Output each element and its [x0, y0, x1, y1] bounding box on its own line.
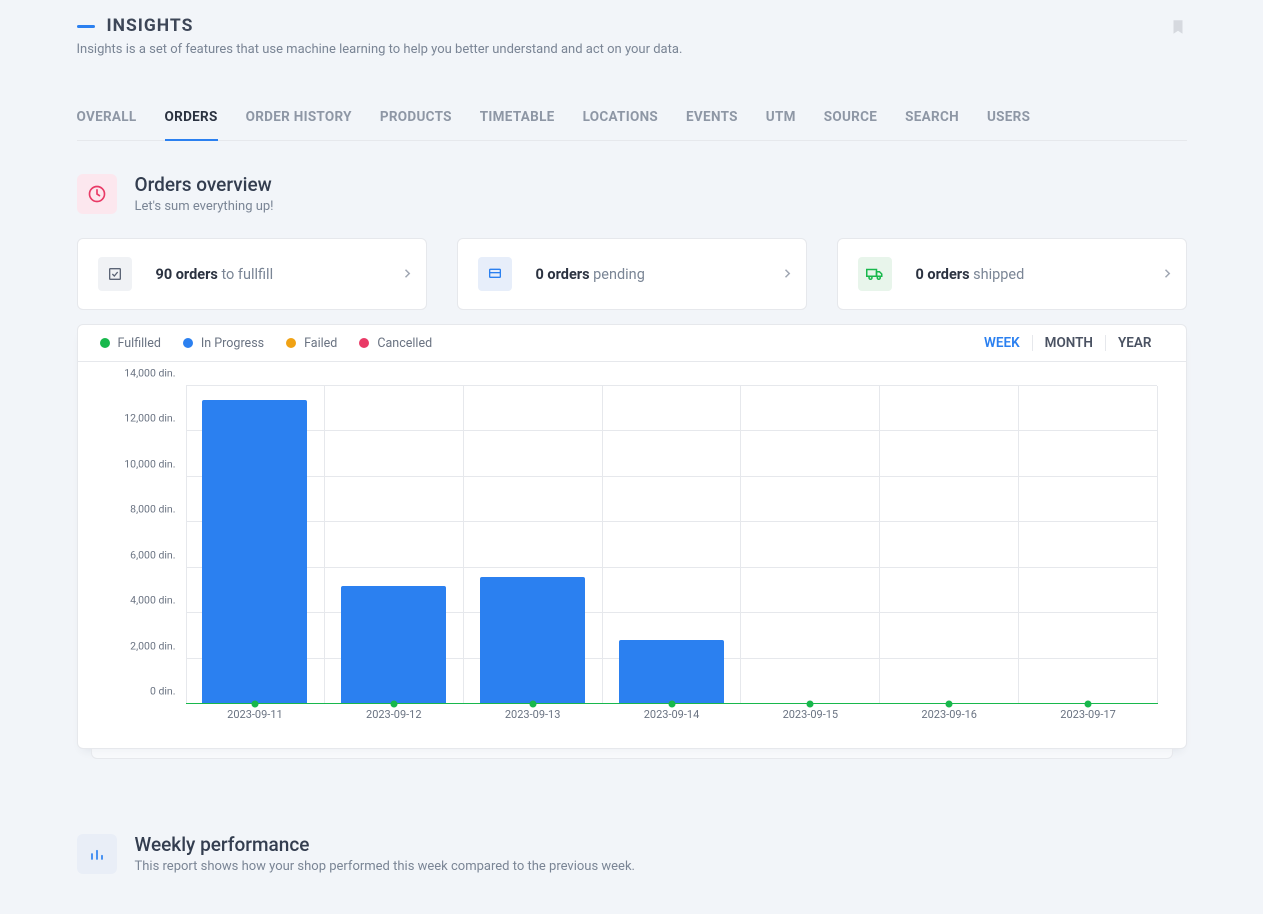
tab-overall[interactable]: OVERALL	[77, 99, 137, 141]
y-tick-label: 14,000 din.	[124, 367, 175, 380]
period-selector: WEEKMONTHYEAR	[972, 335, 1163, 351]
tab-order-history[interactable]: ORDER HISTORY	[246, 99, 352, 141]
y-tick-label: 6,000 din.	[130, 548, 175, 561]
clock-icon	[77, 174, 117, 214]
checkbox-task-icon	[98, 257, 132, 291]
fulfilled-baseline	[186, 703, 1158, 705]
period-week[interactable]: WEEK	[972, 335, 1032, 351]
legend-item[interactable]: Fulfilled	[100, 336, 161, 351]
weekly-title: Weekly performance	[135, 833, 635, 856]
stat-card-fulfill[interactable]: 90 orders to fullfill	[77, 238, 427, 310]
x-tick-label: 2023-09-12	[366, 708, 422, 721]
bar-in-progress[interactable]	[341, 586, 446, 704]
bar-in-progress[interactable]	[619, 640, 724, 704]
x-tick-label: 2023-09-11	[227, 708, 283, 721]
y-tick-label: 2,000 din.	[130, 639, 175, 652]
legend-dot	[183, 338, 193, 348]
legend-label: Cancelled	[377, 336, 432, 351]
y-tick-label: 0 din.	[150, 685, 176, 698]
x-tick-label: 2023-09-15	[783, 708, 839, 721]
stat-text: 0 orders shipped	[916, 266, 1025, 283]
tab-utm[interactable]: UTM	[766, 99, 796, 141]
stat-card-shipped[interactable]: 0 orders shipped	[837, 238, 1187, 310]
x-tick-label: 2023-09-14	[644, 708, 700, 721]
legend-dot	[286, 338, 296, 348]
tab-bar: OVERALL ORDERS ORDER HISTORY PRODUCTS TIMETA…	[77, 99, 1187, 141]
legend-dot	[100, 338, 110, 348]
tab-users[interactable]: USERS	[987, 99, 1030, 141]
document-list-icon	[478, 257, 512, 291]
x-tick-label: 2023-09-13	[505, 708, 561, 721]
stat-card-pending[interactable]: 0 orders pending	[457, 238, 807, 310]
orders-chart-card: Fulfilled In Progress Failed Cancelled WEEK…	[77, 324, 1187, 749]
legend-item[interactable]: In Progress	[183, 336, 264, 351]
overview-title: Orders overview	[135, 173, 274, 196]
weekly-subtitle: This report shows how your shop performe…	[135, 859, 635, 874]
y-tick-label: 8,000 din.	[130, 503, 175, 516]
bookmark-icon[interactable]	[1169, 16, 1187, 42]
bar-in-progress[interactable]	[202, 400, 307, 704]
legend-label: Fulfilled	[118, 336, 161, 351]
tab-orders[interactable]: ORDERS	[165, 99, 218, 141]
x-tick-label: 2023-09-17	[1060, 708, 1116, 721]
chevron-right-icon	[1162, 265, 1172, 284]
legend-item[interactable]: Failed	[286, 336, 337, 351]
stat-text: 0 orders pending	[536, 266, 645, 283]
card-stack-shadow	[91, 749, 1173, 759]
legend-label: Failed	[304, 336, 337, 351]
accent-dash	[77, 25, 95, 28]
truck-icon	[858, 257, 892, 291]
tab-search[interactable]: SEARCH	[905, 99, 959, 141]
tab-events[interactable]: EVENTS	[686, 99, 738, 141]
stat-text: 90 orders to fullfill	[156, 266, 274, 283]
chart-legend: Fulfilled In Progress Failed Cancelled	[100, 336, 433, 351]
page-subtitle: Insights is a set of features that use m…	[77, 42, 683, 57]
chevron-right-icon	[402, 265, 412, 284]
period-year[interactable]: YEAR	[1106, 335, 1164, 351]
y-tick-label: 10,000 din.	[124, 457, 175, 470]
page-title: INSIGHTS	[107, 16, 194, 36]
bar-in-progress[interactable]	[480, 577, 585, 704]
y-tick-label: 4,000 din.	[130, 594, 175, 607]
chevron-right-icon	[782, 265, 792, 284]
tab-timetable[interactable]: TIMETABLE	[480, 99, 555, 141]
x-tick-label: 2023-09-16	[921, 708, 977, 721]
tab-locations[interactable]: LOCATIONS	[583, 99, 658, 141]
chart-plot: 0 din. 2,000 din. 4,000 din. 6,000 din. 8,00…	[106, 386, 1158, 726]
legend-label: In Progress	[201, 336, 264, 351]
tab-source[interactable]: SOURCE	[824, 99, 877, 141]
overview-subtitle: Let's sum everything up!	[135, 199, 274, 214]
period-month[interactable]: MONTH	[1033, 335, 1105, 351]
tab-products[interactable]: PRODUCTS	[380, 99, 452, 141]
bar-chart-icon	[77, 834, 117, 874]
legend-dot	[359, 338, 369, 348]
y-tick-label: 12,000 din.	[124, 412, 175, 425]
legend-item[interactable]: Cancelled	[359, 336, 432, 351]
